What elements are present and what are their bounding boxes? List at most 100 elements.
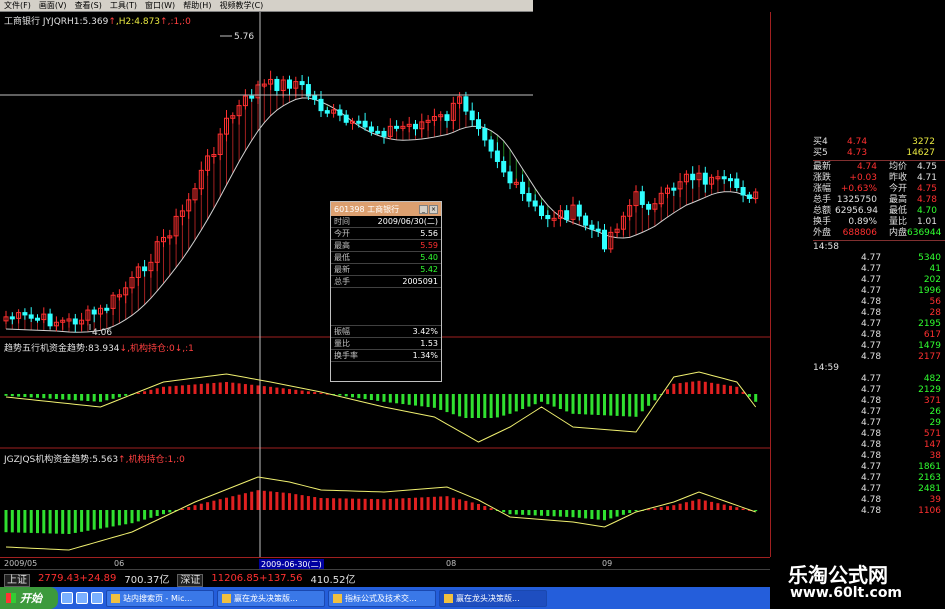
oscillator-bar	[155, 510, 159, 516]
menu-help[interactable]: 帮助(H)	[179, 0, 215, 11]
oscillator-bar	[306, 496, 310, 510]
candle-body	[356, 120, 362, 124]
bar-info-popup[interactable]: 601398 工商银行 _ × 时间 2009/06/30(二) 今开 5.56 最高 5.…	[330, 201, 442, 382]
doc-icon	[333, 593, 342, 603]
candle-body	[413, 123, 418, 130]
candle-body	[104, 307, 110, 311]
oscillator-bar	[710, 501, 714, 510]
tick-row: 4.77 2129	[813, 385, 945, 396]
oscillator-bar	[212, 500, 216, 510]
oscillator-bar	[351, 498, 354, 510]
popup-row-value: 5.59	[420, 241, 438, 250]
oscillator-bar	[117, 510, 121, 526]
candle-body	[22, 312, 28, 316]
oscillator-bar	[23, 394, 27, 397]
popup-row-key: 最低	[334, 253, 350, 262]
tick-volume: 571	[923, 429, 941, 439]
popup-row-key: 今开	[334, 229, 350, 238]
tick-volume: 1861	[918, 462, 941, 472]
oscillator-bar	[250, 384, 254, 394]
popup-row: 振幅 3.42%	[331, 326, 441, 338]
oscillator-bar	[99, 394, 102, 402]
oscillator-bar	[80, 394, 84, 401]
oscillator-bar	[168, 386, 172, 394]
candle-body	[576, 204, 582, 217]
popup-row-value: 5.40	[420, 253, 438, 262]
quicklaunch-ie-icon[interactable]	[61, 592, 73, 604]
oscillator-bar	[193, 505, 197, 510]
stat-key-2: 量比	[888, 217, 907, 227]
minimize-icon[interactable]: _	[419, 204, 428, 214]
candle-body	[532, 200, 538, 207]
windows-logo-icon	[6, 593, 16, 603]
oscillator-bar	[722, 384, 726, 394]
tick-price: 4.77	[861, 341, 882, 351]
date-label-sep: 09	[602, 559, 613, 568]
popup-row: 最低 5.40	[331, 252, 441, 264]
popup-titlebar[interactable]: 601398 工商银行 _ ×	[331, 202, 441, 216]
stat-row: 涨幅 +0.63% 今开 4.75	[813, 184, 945, 195]
ie-icon	[111, 593, 120, 603]
oscillator-bar	[565, 394, 569, 412]
stat-value-2: 636944	[907, 228, 942, 238]
popup-title: 601398 工商银行	[334, 204, 400, 214]
menu-file[interactable]: 文件(F)	[0, 0, 35, 11]
tick-row: 4.78 56	[813, 297, 945, 308]
task-decision-1[interactable]: 赢在龙头决策版...	[217, 589, 325, 607]
oscillator-bar	[54, 510, 58, 534]
popup-row: 今开 5.56	[331, 228, 441, 240]
oscillator-bar	[10, 510, 14, 533]
menu-window[interactable]: 窗口(W)	[141, 0, 179, 11]
kline-chart[interactable]: 5.76 4.06 工商银行 JYJQRH1:5.369↑,H2:4.873↑,:…	[0, 12, 770, 557]
candle-body	[488, 139, 494, 152]
oscillator-bar	[80, 510, 84, 532]
tick-time-1: 14:58	[813, 242, 839, 252]
tick-volume: 38	[929, 451, 941, 461]
menu-view[interactable]: 画面(V)	[35, 0, 71, 11]
candle-body	[287, 79, 292, 89]
oscillator-bar	[319, 392, 323, 394]
oscillator-bar	[584, 394, 588, 415]
start-button[interactable]: 开始	[0, 587, 58, 609]
oscillator-bar	[395, 498, 399, 510]
tick-price: 4.78	[861, 330, 882, 340]
oscillator-bar	[300, 390, 304, 394]
menu-check[interactable]: 查看(S)	[71, 0, 106, 11]
close-icon[interactable]: ×	[429, 204, 438, 214]
candle-body	[362, 120, 368, 128]
menu-tools[interactable]: 工具(T)	[106, 0, 141, 11]
tick-volume: 371	[923, 396, 941, 406]
candle-body	[444, 114, 450, 121]
oscillator-bar	[111, 394, 115, 399]
popup-row-value: 3.42%	[412, 327, 438, 336]
oscillator-bar	[439, 394, 443, 410]
oscillator-bar	[621, 510, 625, 515]
oscillator-bar	[281, 388, 285, 394]
oscillator-bar	[716, 383, 720, 394]
oscillator-bar	[489, 508, 493, 510]
oscillator-bar	[262, 386, 266, 394]
order-book-row: 买5 4.73 14627	[813, 148, 945, 159]
oscillator-bar	[344, 394, 348, 397]
oscillator-bar	[369, 498, 373, 510]
stat-row: 涨跌 +0.03 昨收 4.71	[813, 173, 945, 184]
oscillator-bar	[193, 384, 197, 394]
oscillator-bar	[231, 496, 235, 510]
candle-body	[602, 229, 607, 250]
task-decision-2[interactable]: 赢在龙头决策版...	[439, 589, 547, 607]
candle-body	[318, 98, 324, 112]
quicklaunch-app-icon[interactable]	[91, 592, 103, 604]
oscillator-bar	[558, 394, 562, 409]
oscillator-bar	[395, 394, 399, 404]
stat-value: +0.63%	[840, 184, 877, 194]
sz-index-label[interactable]: 深证	[177, 574, 204, 587]
quicklaunch-desktop-icon[interactable]	[76, 592, 88, 604]
sh-index-label[interactable]: 上证	[4, 574, 30, 587]
menu-video-tutorial[interactable]: 视频教学(C)	[215, 0, 267, 11]
task-search-page[interactable]: 站内搜索页 - Mic...	[106, 589, 214, 607]
oscillator-bar	[180, 385, 184, 394]
oscillator-bar	[653, 394, 657, 401]
oscillator-bar	[514, 394, 518, 412]
candle-body	[35, 317, 40, 321]
task-formula[interactable]: 指标公式及技术交...	[328, 589, 436, 607]
